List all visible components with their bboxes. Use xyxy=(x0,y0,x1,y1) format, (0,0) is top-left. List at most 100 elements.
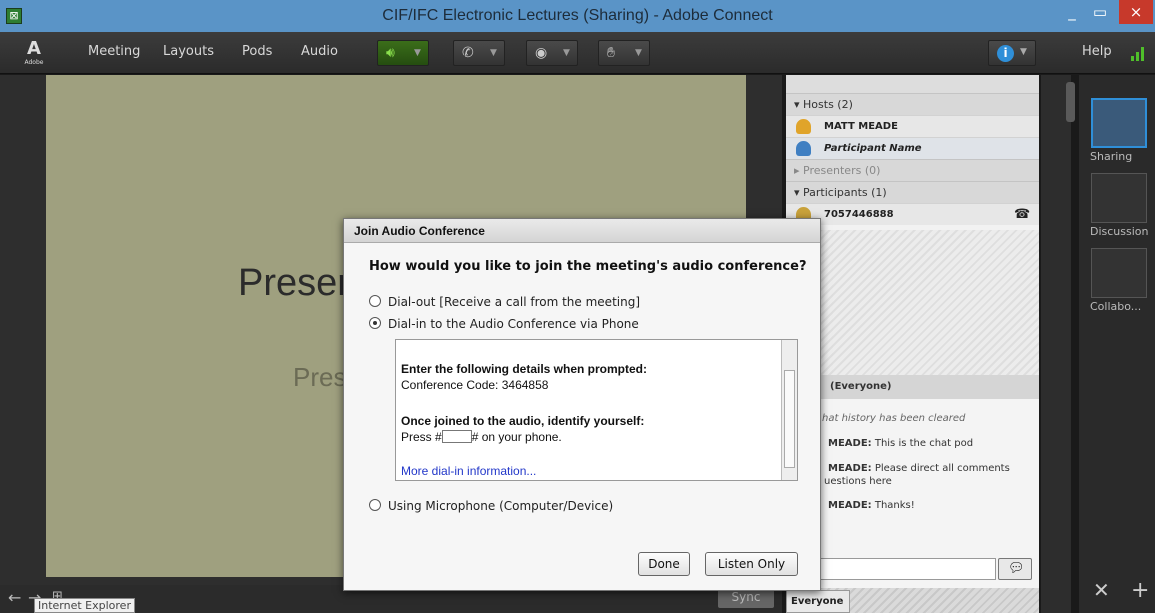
hosts-section-header[interactable]: ▾ Hosts (2) xyxy=(786,93,1039,115)
chat-message: uestions here xyxy=(790,475,1030,488)
back-arrow-icon[interactable]: ← xyxy=(8,588,21,607)
close-button[interactable]: × xyxy=(1119,0,1153,24)
chat-text: uestions here xyxy=(824,476,892,487)
chevron-down-icon: ▼ xyxy=(414,48,421,58)
attendee-row[interactable]: 7057446888 ☎ xyxy=(786,203,1039,225)
dial-out-option[interactable]: Dial-out [Receive a call from the meetin… xyxy=(369,293,640,311)
info-heading-identify: Once joined to the audio, identify yours… xyxy=(401,414,645,428)
raise-hand-icon: ✋︎ xyxy=(607,45,615,61)
layout-thumb-collaboration[interactable] xyxy=(1091,248,1147,298)
chat-message: hat history has been cleared xyxy=(790,412,1030,425)
layout-label-discussion: Discussion xyxy=(1090,225,1149,238)
add-layout-icon[interactable]: + xyxy=(1131,578,1149,603)
taskbar-tooltip: Internet Explorer xyxy=(34,598,135,613)
attendee-list-empty-area xyxy=(786,230,1039,375)
attendee-name: 7057446888 xyxy=(824,209,894,220)
radio-dial-in[interactable] xyxy=(369,317,381,329)
chat-message: MEADE: This is the chat pod xyxy=(790,437,1030,450)
host-user-icon xyxy=(796,119,811,134)
attendee-row[interactable]: Participant Name xyxy=(786,137,1039,159)
chat-send-button[interactable]: 💬︎ xyxy=(998,558,1032,580)
slide-subtitle: Pres xyxy=(293,362,347,392)
window-title: CIF/IFC Electronic Lectures (Sharing) - … xyxy=(382,7,773,24)
listen-only-button[interactable]: Listen Only xyxy=(705,552,798,576)
hosts-section-label: Hosts (2) xyxy=(803,98,853,111)
menu-layouts[interactable]: Layouts xyxy=(163,44,214,59)
menu-pods[interactable]: Pods xyxy=(242,44,272,59)
raise-hand-button[interactable]: ✋︎ ▼ xyxy=(598,40,650,66)
layout-tools-icon[interactable]: ✕ xyxy=(1093,578,1110,602)
chevron-down-icon: ▼ xyxy=(635,48,642,58)
adobe-logo-mark: A xyxy=(27,38,41,59)
chat-text: This is the chat pod xyxy=(871,438,974,449)
phone-icon: ✆ xyxy=(462,45,474,61)
help-menu[interactable]: Help xyxy=(1082,44,1112,59)
scrollbar[interactable] xyxy=(1066,82,1075,122)
pin-field xyxy=(441,430,472,443)
dial-in-info-box: Enter the following details when prompte… xyxy=(395,339,798,481)
presenters-section-header[interactable]: ▸ Presenters (0) xyxy=(786,159,1039,181)
more-dial-in-link[interactable]: More dial-in information... xyxy=(401,464,536,478)
join-audio-dialog: Join Audio Conference How would you like… xyxy=(343,218,821,591)
done-button[interactable]: Done xyxy=(638,552,690,576)
layout-label-collaboration: Collabo... xyxy=(1090,300,1142,313)
slide-title: Preser xyxy=(238,262,350,304)
attendee-name: Participant Name xyxy=(824,143,922,154)
participants-section-header[interactable]: ▾ Participants (1) xyxy=(786,181,1039,203)
chat-text: hat history has been cleared xyxy=(822,413,966,424)
radio-microphone[interactable] xyxy=(369,499,381,511)
chevron-down-icon: ▼ xyxy=(1020,47,1027,57)
phone-icon: ☎ xyxy=(1014,207,1031,222)
chat-author: MEADE: xyxy=(828,438,872,449)
menu-meeting[interactable]: Meeting xyxy=(88,44,140,59)
microphone-option[interactable]: Using Microphone (Computer/Device) xyxy=(369,497,613,515)
pod-divider xyxy=(1041,75,1071,613)
dial-in-option[interactable]: Dial-in to the Audio Conference via Phon… xyxy=(369,315,639,333)
attendee-name: MATT MEADE xyxy=(824,121,898,132)
dial-in-label: Dial-in to the Audio Conference via Phon… xyxy=(388,317,639,331)
dialog-question: How would you like to join the meeting's… xyxy=(369,259,807,274)
chat-message: MEADE: Thanks! xyxy=(790,499,1030,512)
chevron-down-icon: ▼ xyxy=(563,48,570,58)
chat-text: Please direct all comments xyxy=(871,463,1010,474)
chat-author: MEADE: xyxy=(828,463,872,474)
press-instruction: Press # # on your phone. xyxy=(401,430,562,444)
chat-header: (Everyone) xyxy=(786,375,1039,399)
connection-signal-icon xyxy=(1131,47,1144,61)
adobe-logo: A Adobe xyxy=(22,38,46,68)
chat-text: Thanks! xyxy=(871,500,915,511)
press-suffix: # on your phone. xyxy=(471,430,562,444)
help-menu-button[interactable]: i ▼ xyxy=(988,40,1036,66)
phone-button[interactable]: ✆ ▼ xyxy=(453,40,505,66)
chevron-down-icon: ▼ xyxy=(490,48,497,58)
attendee-view-toolbar[interactable] xyxy=(786,75,1039,93)
attendee-row[interactable]: MATT MEADE xyxy=(786,115,1039,137)
webcam-icon: ◉ xyxy=(535,45,548,61)
presenters-section-label: Presenters (0) xyxy=(803,164,881,177)
layout-thumb-sharing[interactable] xyxy=(1091,98,1147,148)
info-icon: i xyxy=(997,45,1014,62)
maximize-button[interactable]: ▭ xyxy=(1086,0,1114,24)
dial-out-label: Dial-out [Receive a call from the meetin… xyxy=(388,295,641,309)
menu-audio[interactable]: Audio xyxy=(301,44,338,59)
speech-bubble-icon: 💬︎ xyxy=(1008,561,1025,576)
chat-message: MEADE: Please direct all comments xyxy=(790,462,1030,475)
press-prefix: Press # xyxy=(401,430,442,444)
window-titlebar: ⊠ CIF/IFC Electronic Lectures (Sharing) … xyxy=(0,0,1155,32)
info-heading-enter: Enter the following details when prompte… xyxy=(401,362,648,376)
participants-section-label: Participants (1) xyxy=(803,186,887,199)
chat-author: MEADE: xyxy=(828,500,872,511)
webcam-button[interactable]: ◉ ▼ xyxy=(526,40,578,66)
layout-label-sharing: Sharing xyxy=(1090,150,1133,163)
speaker-icon: 🔊︎ xyxy=(386,45,395,61)
radio-dial-out[interactable] xyxy=(369,295,381,307)
speaker-button[interactable]: 🔊︎ ▼ xyxy=(377,40,429,66)
info-scroll-thumb[interactable] xyxy=(784,370,795,468)
layout-thumb-discussion[interactable] xyxy=(1091,173,1147,223)
adobe-logo-text: Adobe xyxy=(24,59,44,66)
host-user-icon xyxy=(796,141,811,156)
info-scrollbar[interactable] xyxy=(781,340,797,480)
conference-code: Conference Code: 3464858 xyxy=(401,378,549,392)
minimize-button[interactable]: _ xyxy=(1058,0,1086,24)
tab-everyone[interactable]: Everyone xyxy=(786,590,850,613)
